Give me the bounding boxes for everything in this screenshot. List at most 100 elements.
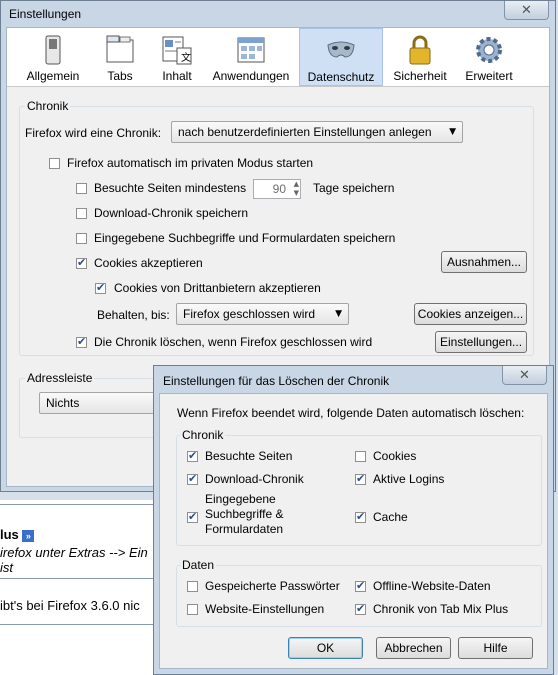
cookies-checkbox[interactable]: [76, 256, 87, 269]
label-line: Eingegebene: [205, 492, 276, 506]
chevron-down-icon: ▼: [449, 127, 456, 137]
stepper-arrows-icon[interactable]: ▲ ▼: [294, 180, 299, 198]
download-history-label: Download-Chronik: [205, 472, 304, 486]
close-button[interactable]: ✕: [504, 1, 549, 20]
active-logins-label: Aktive Logins: [373, 472, 445, 486]
background-heading: lus »: [0, 527, 35, 542]
offline-data-label: Offline-Website-Daten: [373, 579, 491, 593]
tab-label: Sicherheit: [393, 69, 447, 83]
divider: [0, 624, 170, 625]
days-value: 90: [272, 182, 286, 196]
tab-mix-plus-checkbox[interactable]: [355, 602, 366, 615]
gear-icon: [476, 37, 502, 63]
download-history-checkbox[interactable]: [187, 472, 198, 485]
days-suffix: Tage speichern: [313, 181, 395, 195]
ok-button[interactable]: OK: [288, 637, 363, 659]
tab-label: Erweitert: [465, 69, 513, 83]
site-settings-label: Website-Einstellungen: [205, 602, 325, 616]
chevron-down-icon: ▼: [335, 309, 342, 319]
tab-label: Anwendungen: [212, 69, 290, 83]
active-logins-checkbox[interactable]: [355, 472, 366, 485]
titlebar[interactable]: Einstellungen ✕: [1, 1, 555, 27]
tab-label: Inhalt: [162, 69, 192, 83]
dialog-close-button[interactable]: ✕: [502, 366, 547, 385]
tab-sicherheit[interactable]: Sicherheit: [389, 28, 451, 86]
tab-label: Tabs: [107, 69, 133, 83]
dialog-chronik-label: Chronik: [180, 428, 226, 442]
dialog-daten-group: [176, 565, 542, 627]
keep-until-select[interactable]: Firefox geschlossen wird ▼: [176, 303, 349, 325]
visited-pages-label: Besuchte Seiten: [205, 449, 293, 463]
cookies-label: Cookies akzeptieren: [94, 256, 203, 270]
chronik-group-label: Chronik: [25, 99, 71, 113]
mask-icon: [327, 41, 355, 58]
tab-datenschutz[interactable]: Datenschutz: [299, 28, 383, 86]
dialog-client: Wenn Firefox beendet wird, folgende Date…: [159, 393, 548, 669]
tab-label: Datenschutz: [307, 70, 375, 84]
category-toolbar: Allgemein Tabs 文 Inhalt Anwendungen Date…: [7, 28, 549, 87]
address-bar-value: Nichts: [46, 396, 80, 410]
searches-checkbox[interactable]: [76, 233, 87, 244]
searches-forms-checkbox[interactable]: [187, 510, 198, 523]
visited-pages-checkbox[interactable]: [187, 449, 198, 462]
offline-data-checkbox[interactable]: [355, 579, 366, 592]
third-party-label: Cookies von Drittanbietern akzeptieren: [114, 281, 321, 295]
cancel-button[interactable]: Abbrechen: [376, 637, 451, 659]
arrow-icon[interactable]: »: [22, 529, 35, 542]
history-mode-value: nach benutzerdefinierten Einstellungen a…: [178, 125, 432, 139]
dialog-daten-label: Daten: [180, 558, 217, 572]
background-text-line: irefox unter Extras --> Ein: [0, 545, 148, 560]
cookies-label: Cookies: [373, 449, 417, 463]
exceptions-button[interactable]: Ausnahmen...: [441, 251, 527, 273]
tab-label: Allgemein: [26, 69, 80, 83]
label-line: Formulardaten: [205, 522, 284, 536]
dialog-title: Einstellungen für das Löschen der Chroni…: [163, 374, 390, 388]
clear-on-close-checkbox[interactable]: [76, 335, 87, 348]
third-party-checkbox[interactable]: [95, 281, 106, 294]
tab-allgemein[interactable]: Allgemein: [21, 28, 85, 86]
searches-forms-label: Eingegebene Suchbegriffe & Formulardaten: [205, 492, 284, 537]
clear-on-close-label: Die Chronik löschen, wenn Firefox geschl…: [94, 335, 373, 349]
keep-until-value: Firefox geschlossen wird: [183, 307, 316, 321]
background-page: lus » irefox unter Extras --> Ein ist ib…: [0, 500, 170, 675]
downloads-checkbox[interactable]: [76, 208, 87, 219]
label-line: Suchbegriffe &: [205, 507, 284, 521]
clear-settings-button[interactable]: Einstellungen...: [435, 331, 527, 353]
background-text-line: ibt's bei Firefox 3.6.0 nic: [0, 598, 140, 613]
divider: [0, 504, 170, 505]
saved-passwords-checkbox[interactable]: [187, 581, 198, 592]
svg-text:文: 文: [181, 51, 191, 64]
show-cookies-button[interactable]: Cookies anzeigen...: [414, 303, 527, 325]
tabs-icon: [106, 35, 134, 63]
address-bar-group-label: Adressleiste: [25, 371, 95, 385]
private-mode-label: Firefox automatisch im privaten Modus st…: [67, 156, 314, 170]
clear-history-dialog: Einstellungen für das Löschen der Chroni…: [153, 365, 554, 675]
dialog-intro: Wenn Firefox beendet wird, folgende Date…: [177, 406, 525, 420]
switch-icon: [45, 35, 61, 65]
divider: [0, 578, 170, 579]
content-icon: 文: [162, 36, 192, 65]
searches-label: Eingegebene Suchbegriffe und Formulardat…: [94, 231, 396, 245]
help-button[interactable]: Hilfe: [458, 637, 533, 659]
background-text-line: ist: [0, 560, 13, 575]
visited-label: Besuchte Seiten mindestens: [94, 181, 247, 195]
applications-icon: [237, 37, 265, 63]
history-mode-label: Firefox wird eine Chronik:: [25, 126, 162, 140]
private-mode-checkbox[interactable]: [49, 158, 60, 169]
padlock-icon: [409, 35, 431, 65]
tab-anwendungen[interactable]: Anwendungen: [207, 28, 295, 86]
tab-erweitert[interactable]: Erweitert: [459, 28, 519, 86]
keep-until-label: Behalten, bis:: [97, 308, 170, 322]
visited-checkbox[interactable]: [76, 183, 87, 194]
tab-inhalt[interactable]: 文 Inhalt: [151, 28, 203, 86]
tab-mix-plus-label: Chronik von Tab Mix Plus: [373, 602, 509, 616]
cookies-checkbox[interactable]: [355, 451, 366, 462]
tab-tabs[interactable]: Tabs: [95, 28, 145, 86]
history-mode-select[interactable]: nach benutzerdefinierten Einstellungen a…: [171, 121, 463, 143]
window-title: Einstellungen: [9, 7, 82, 21]
site-settings-checkbox[interactable]: [187, 604, 198, 615]
downloads-label: Download-Chronik speichern: [94, 206, 249, 220]
cache-label: Cache: [373, 510, 408, 524]
days-spinner[interactable]: 90 ▲ ▼: [253, 179, 301, 199]
cache-checkbox[interactable]: [355, 510, 366, 523]
